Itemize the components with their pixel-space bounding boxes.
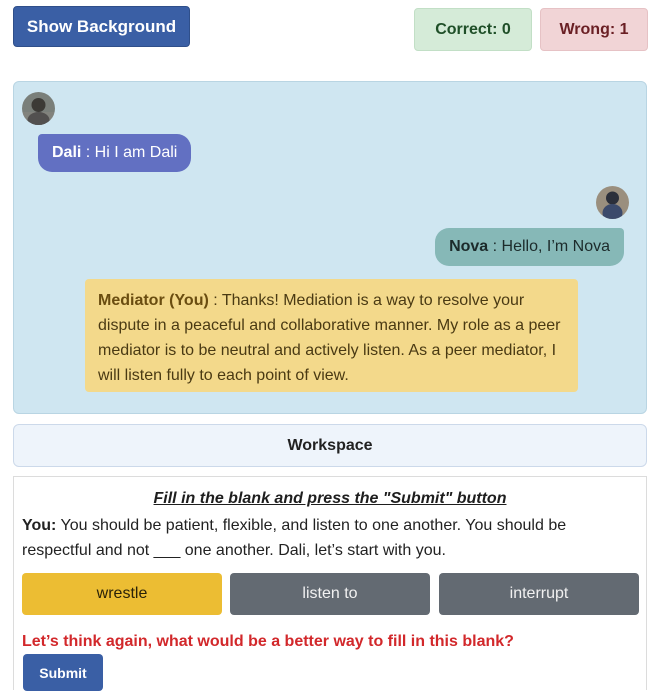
dali-message-bubble: Dali : Hi I am Dali: [38, 134, 192, 172]
show-background-button[interactable]: Show Background: [13, 6, 190, 47]
correct-count-badge: Correct: 0: [414, 8, 532, 51]
exercise-question: You: You should be patient, flexible, an…: [22, 513, 622, 563]
mediator-speaker-name: Mediator (You): [98, 292, 209, 309]
wrong-count-badge: Wrong: 1: [540, 8, 648, 51]
exercise-instruction: Fill in the blank and press the "Submit"…: [153, 490, 507, 507]
nova-avatar-icon: [596, 186, 629, 219]
nova-message-bubble: Nova : Hello, I’m Nova: [435, 228, 624, 266]
dali-avatar-icon: [22, 92, 55, 125]
question-speaker: You:: [22, 517, 57, 534]
question-text: You should be patient, flexible, and lis…: [22, 517, 567, 559]
nova-speaker-name: Nova: [449, 238, 489, 255]
chat-panel: Dali : Hi I am Dali Nova : Hello, I’m No…: [13, 81, 647, 414]
submit-button[interactable]: Submit: [23, 654, 103, 691]
option-wrestle-button[interactable]: wrestle: [22, 573, 222, 615]
dali-speaker-name: Dali: [52, 144, 82, 161]
feedback-message: Let’s think again, what would be a bette…: [22, 633, 514, 650]
workspace-title: Workspace: [287, 436, 373, 454]
option-listen-to-button[interactable]: listen to: [230, 573, 430, 615]
option-interrupt-button[interactable]: interrupt: [439, 573, 639, 615]
mediator-message-bubble: Mediator (You) : Thanks! Mediation is a …: [85, 279, 578, 392]
exercise-panel: Fill in the blank and press the "Submit"…: [13, 476, 647, 691]
workspace-header: Workspace: [13, 424, 647, 467]
nova-message-text: : Hello, I’m Nova: [488, 238, 610, 255]
dali-message-text: : Hi I am Dali: [81, 144, 178, 161]
